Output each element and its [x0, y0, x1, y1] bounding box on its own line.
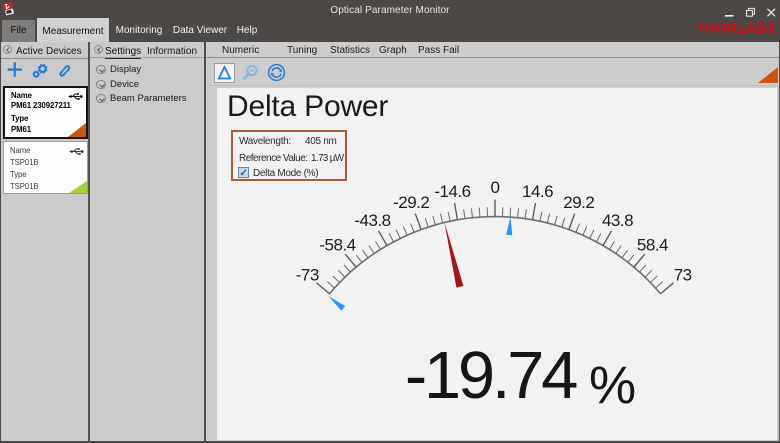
- svg-text:58.4: 58.4: [637, 235, 668, 254]
- svg-text:-14.6: -14.6: [434, 181, 470, 200]
- svg-text:-29.2: -29.2: [393, 192, 429, 211]
- svg-text:29.2: 29.2: [563, 192, 594, 211]
- svg-text:14.6: 14.6: [522, 181, 553, 200]
- svg-text:-73: -73: [296, 265, 319, 284]
- svg-text:-58.4: -58.4: [319, 235, 355, 254]
- svg-text:43.8: 43.8: [602, 210, 633, 229]
- svg-text:73: 73: [674, 265, 692, 284]
- svg-text:-43.8: -43.8: [354, 210, 390, 229]
- svg-text:0: 0: [491, 178, 500, 197]
